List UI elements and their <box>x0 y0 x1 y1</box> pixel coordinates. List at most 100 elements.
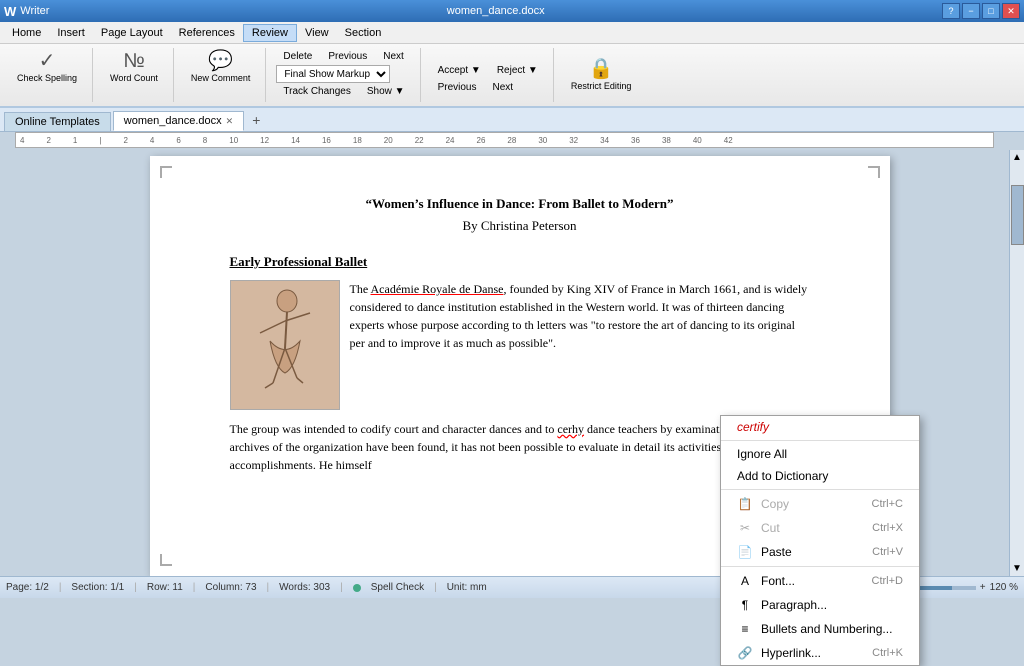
status-row: Row: 11 <box>147 582 183 593</box>
tab-add-button[interactable]: + <box>246 109 266 131</box>
ctx-copy-label: Copy <box>761 497 789 511</box>
bullets-icon: ≡ <box>737 621 753 637</box>
next-button[interactable]: Next <box>376 48 411 65</box>
reject-button[interactable]: Reject ▼ <box>490 62 545 79</box>
restrict-editing-button[interactable]: 🔒 Restrict Editing <box>564 56 639 94</box>
para1-text: The Académie Royale de Danse, founded by… <box>350 282 808 350</box>
ctx-ignore-all[interactable]: Ignore All <box>721 443 919 465</box>
scrollbar-vertical[interactable]: ▲ ▼ <box>1009 150 1024 576</box>
ctx-hyperlink[interactable]: 🔗 Hyperlink... Ctrl+K <box>721 641 919 665</box>
new-comment-button[interactable]: 💬 New Comment <box>184 48 258 86</box>
ctx-paragraph[interactable]: ¶ Paragraph... <box>721 593 919 617</box>
scroll-thumb[interactable] <box>1011 185 1024 245</box>
title-bar-app: Writer <box>20 5 49 17</box>
menu-insert[interactable]: Insert <box>49 25 93 41</box>
document-text-block: The Académie Royale de Danse, founded by… <box>350 280 810 410</box>
ctx-bullets-label: Bullets and Numbering... <box>761 622 892 636</box>
status-page: Page: 1/2 <box>6 582 49 593</box>
menu-references[interactable]: References <box>171 25 243 41</box>
ruler-area: 421|246810121416182022242628303234363840… <box>0 132 1024 150</box>
copy-icon: 📋 <box>737 496 753 512</box>
status-section: Section: 1/1 <box>71 582 124 593</box>
scroll-down-btn[interactable]: ▼ <box>1010 561 1024 576</box>
zoom-in-btn[interactable]: + <box>980 582 986 593</box>
status-spell: Spell Check <box>371 582 424 593</box>
status-column: Column: 73 <box>205 582 256 593</box>
close-btn[interactable]: ✕ <box>1002 3 1020 19</box>
ctx-bullets[interactable]: ≡ Bullets and Numbering... <box>721 617 919 641</box>
next-change-button[interactable]: Next <box>485 79 520 96</box>
ribbon-track-group: Delete Previous Next Final Show Markup T… <box>272 48 420 102</box>
show-button[interactable]: Show ▼ <box>360 83 412 100</box>
ctx-paste[interactable]: 📄 Paste Ctrl+V <box>721 540 919 564</box>
maximize-btn[interactable]: □ <box>982 3 1000 19</box>
ctx-hyperlink-shortcut: Ctrl+K <box>872 647 903 659</box>
ctx-hyperlink-label: Hyperlink... <box>761 646 821 660</box>
tab-online-templates-label: Online Templates <box>15 116 100 128</box>
ctx-sep-1 <box>721 440 919 441</box>
ctx-cut-label: Cut <box>761 521 780 535</box>
ctx-sep-3 <box>721 566 919 567</box>
ribbon-track-row2: Final Show Markup <box>276 65 390 83</box>
check-spelling-button[interactable]: ✓ Check Spelling <box>10 48 84 86</box>
ctx-add-dictionary[interactable]: Add to Dictionary <box>721 465 919 487</box>
word-count-button[interactable]: № Word Count <box>103 48 165 86</box>
ctx-copy-shortcut: Ctrl+C <box>872 498 903 510</box>
ballet-dancer-svg <box>235 283 335 408</box>
ctx-copy[interactable]: 📋 Copy Ctrl+C <box>721 492 919 516</box>
previous-button[interactable]: Previous <box>321 48 374 65</box>
ctx-paste-shortcut: Ctrl+V <box>872 546 903 558</box>
title-bar: W Writer women_dance.docx ? − □ ✕ <box>0 0 1024 22</box>
ctx-font[interactable]: A Font... Ctrl+D <box>721 569 919 593</box>
ribbon-track-row1: Delete Previous Next <box>276 48 410 65</box>
title-bar-left: W Writer <box>4 4 49 19</box>
minimize-btn[interactable]: − <box>962 3 980 19</box>
ctx-add-dictionary-label: Add to Dictionary <box>737 469 828 483</box>
tabs-bar: Online Templates women_dance.docx ✕ + <box>0 108 1024 132</box>
left-gutter <box>0 150 15 576</box>
tab-women-dance[interactable]: women_dance.docx ✕ <box>113 111 244 131</box>
ribbon-accept-group: Accept ▼ Reject ▼ Previous Next <box>427 48 554 102</box>
document-content: The Académie Royale de Danse, founded by… <box>230 280 810 410</box>
ctx-cut[interactable]: ✂ Cut Ctrl+X <box>721 516 919 540</box>
status-words: Words: 303 <box>279 582 330 593</box>
corner-mark-bl <box>160 554 172 566</box>
menu-home[interactable]: Home <box>4 25 49 41</box>
corner-mark-tl <box>160 166 172 178</box>
menu-bar: Home Insert Page Layout References Revie… <box>0 22 1024 44</box>
cut-icon: ✂ <box>737 520 753 536</box>
paste-icon: 📄 <box>737 544 753 560</box>
spell-check-indicator <box>353 584 361 592</box>
tab-online-templates[interactable]: Online Templates <box>4 112 111 131</box>
menu-page-layout[interactable]: Page Layout <box>93 25 171 41</box>
ribbon-prevnext-row: Previous Next <box>431 79 520 96</box>
track-changes-button[interactable]: Track Changes <box>276 83 357 100</box>
ribbon-accept-row: Accept ▼ Reject ▼ <box>431 62 545 79</box>
ribbon-track-row3: Track Changes Show ▼ <box>276 83 411 100</box>
menu-section[interactable]: Section <box>337 25 390 41</box>
help-btn[interactable]: ? <box>942 3 960 19</box>
ruler-side-left <box>0 132 15 150</box>
tab-close-icon[interactable]: ✕ <box>226 116 234 127</box>
cerhy-text: cerhy <box>557 422 584 436</box>
new-comment-label: New Comment <box>191 73 251 83</box>
scroll-up-btn[interactable]: ▲ <box>1010 150 1024 165</box>
ctx-suggestion-certify[interactable]: certify <box>721 416 919 438</box>
prev-change-button[interactable]: Previous <box>431 79 484 96</box>
word-count-icon: № <box>123 51 144 71</box>
context-menu: certify Ignore All Add to Dictionary 📋 C… <box>720 415 920 666</box>
delete-button[interactable]: Delete <box>276 48 319 65</box>
ctx-cut-shortcut: Ctrl+X <box>872 522 903 534</box>
menu-review[interactable]: Review <box>243 24 297 42</box>
ctx-font-shortcut: Ctrl+D <box>872 575 903 587</box>
ctx-paragraph-label: Paragraph... <box>761 598 827 612</box>
track-changes-dropdown[interactable]: Final Show Markup <box>276 65 390 83</box>
menu-view[interactable]: View <box>297 25 337 41</box>
app-icon: W <box>4 4 16 19</box>
accept-button[interactable]: Accept ▼ <box>431 62 488 79</box>
title-bar-title: women_dance.docx <box>49 5 942 17</box>
check-spelling-icon: ✓ <box>39 51 56 71</box>
horizontal-ruler: 421|246810121416182022242628303234363840… <box>15 132 994 148</box>
ribbon-comment-group: 💬 New Comment <box>180 48 267 102</box>
title-bar-controls: ? − □ ✕ <box>942 3 1020 19</box>
